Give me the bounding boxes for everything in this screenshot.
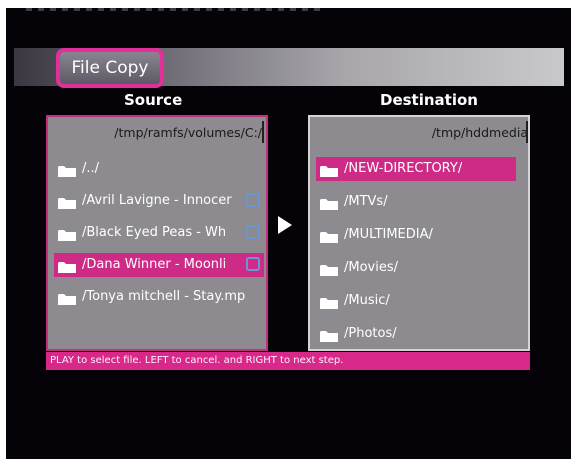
source-list-item[interactable]: /../ [54,157,264,181]
destination-item-label: /Photos/ [344,326,397,341]
screen: File Copy Source Destination /tmp/ramfs/… [6,8,571,459]
window-title: File Copy [56,48,164,88]
folder-icon [320,295,338,309]
source-path-cursor [262,121,264,143]
destination-item-label: /MTVs/ [344,194,388,209]
destination-list-item[interactable]: /MTVs/ [316,190,516,214]
source-list-item[interactable]: /Avril Lavigne - Innocer [54,189,264,213]
source-item-label: /Dana Winner - Moonli [82,257,227,272]
source-item-label: /Avril Lavigne - Innocer [82,193,232,208]
checkbox-icon[interactable] [246,225,260,239]
destination-item-label: /Movies/ [344,260,399,275]
destination-list-item[interactable]: /NEW-DIRECTORY/ [316,157,516,181]
source-path: /tmp/ramfs/volumes/C:/ [114,125,262,140]
destination-path-cursor [526,121,528,143]
folder-icon [58,291,76,305]
source-item-label: /Tonya mitchell - Stay.mp [82,289,246,304]
folder-icon [320,196,338,210]
checkbox-icon[interactable] [246,193,260,207]
destination-list-item[interactable]: /Photos/ [316,322,516,346]
folder-icon [58,259,76,273]
source-list-item[interactable]: /Dana Winner - Moonli [54,253,264,277]
folder-icon [320,328,338,342]
source-item-label: /../ [82,161,100,176]
destination-path: /tmp/hddmedia [431,125,528,140]
destination-heading: Destination [380,91,478,109]
destination-list-item[interactable]: /MULTIMEDIA/ [316,223,516,247]
destination-item-label: /MULTIMEDIA/ [344,227,433,242]
destination-item-label: /NEW-DIRECTORY/ [344,161,463,176]
destination-list-item[interactable]: /Movies/ [316,256,516,280]
folder-icon [320,262,338,276]
source-heading: Source [124,91,183,109]
source-panel[interactable]: /tmp/ramfs/volumes/C:/ /../ /Avril Lavign… [46,115,268,351]
source-list-item[interactable]: /Tonya mitchell - Stay.mp [54,285,264,309]
folder-icon [58,227,76,241]
folder-icon [320,163,338,177]
destination-list-item[interactable]: /Music/ [316,289,516,313]
folder-icon [58,195,76,209]
checkbox-icon[interactable] [246,257,260,271]
help-bar: PLAY to select file. LEFT to cancel. and… [46,352,530,370]
folder-icon [58,163,76,177]
top-decoration [26,8,326,11]
arrow-right-icon [278,216,292,234]
source-list-item[interactable]: /Black Eyed Peas - Wh [54,221,264,245]
destination-panel[interactable]: /tmp/hddmedia /NEW-DIRECTORY/ /MTVs/ /MULT… [308,115,530,351]
folder-icon [320,229,338,243]
source-item-label: /Black Eyed Peas - Wh [82,225,227,240]
destination-item-label: /Music/ [344,293,390,308]
